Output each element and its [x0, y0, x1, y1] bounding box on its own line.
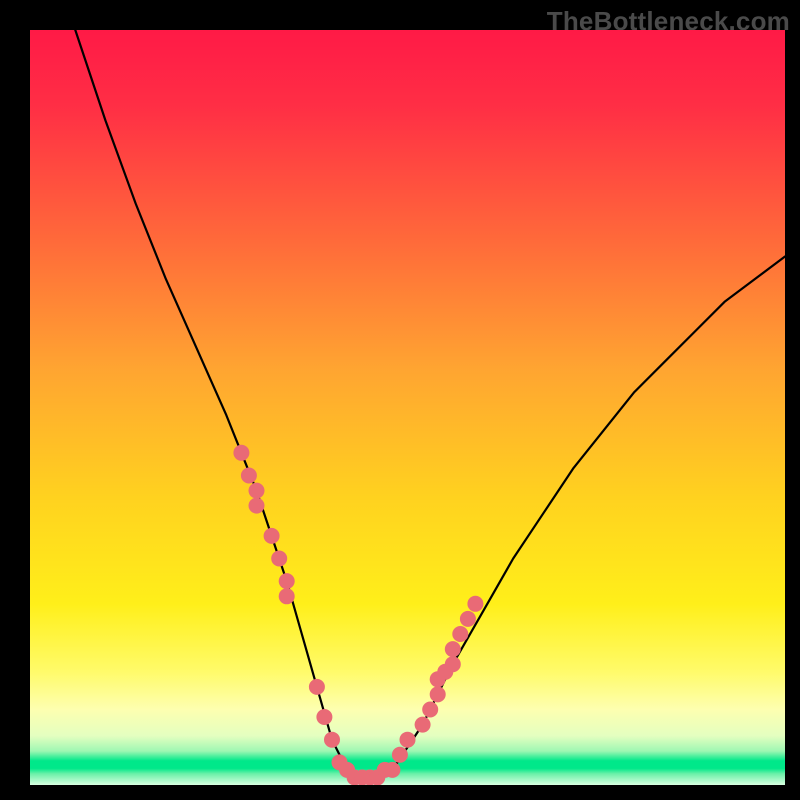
data-point: [392, 747, 408, 763]
chart-svg: [30, 30, 785, 785]
data-point: [316, 709, 332, 725]
data-point: [233, 445, 249, 461]
chart-frame: TheBottleneck.com: [0, 0, 800, 800]
plot-background: [30, 30, 785, 785]
data-point: [309, 679, 325, 695]
data-point: [271, 551, 287, 567]
data-point: [384, 762, 400, 778]
data-point: [279, 588, 295, 604]
data-point: [445, 641, 461, 657]
data-point: [279, 573, 295, 589]
data-point: [400, 732, 416, 748]
data-point: [241, 468, 257, 484]
data-point: [430, 686, 446, 702]
data-point: [452, 626, 468, 642]
data-point: [249, 483, 265, 499]
data-point: [445, 656, 461, 672]
data-point: [467, 596, 483, 612]
data-point: [460, 611, 476, 627]
data-point: [249, 498, 265, 514]
plot-area: [30, 30, 785, 785]
data-point: [422, 702, 438, 718]
data-point: [324, 732, 340, 748]
data-point: [415, 717, 431, 733]
data-point: [264, 528, 280, 544]
